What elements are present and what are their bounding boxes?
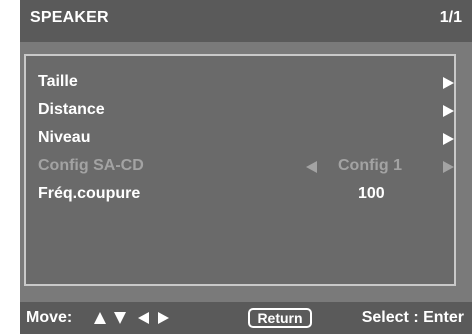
menu-item-label: Taille	[38, 73, 78, 90]
left-arrow-icon	[306, 161, 317, 173]
right-arrow-icon	[443, 161, 454, 173]
menu-item-label: Config SA-CD	[38, 157, 144, 174]
menu-item-niveau[interactable]: Niveau	[38, 126, 454, 150]
menu-item-label: Distance	[38, 101, 105, 118]
up-arrow-icon	[94, 312, 106, 324]
menu-item-label: Niveau	[38, 129, 91, 146]
select-hint: Select : Enter	[361, 309, 464, 326]
menu-item-taille[interactable]: Taille	[38, 70, 454, 94]
menu-footer: Move: Return Select : Enter	[20, 302, 472, 334]
speaker-menu-screen: SPEAKER 1/1 Taille Distance Niveau Confi…	[0, 0, 472, 334]
menu-title: SPEAKER	[30, 9, 109, 26]
left-arrow-icon	[138, 312, 149, 324]
menu-item-freq-coupure[interactable]: Fréq.coupure 100	[38, 182, 454, 206]
page-indicator: 1/1	[439, 9, 462, 26]
down-arrow-icon	[114, 312, 126, 324]
right-arrow-icon	[443, 77, 454, 89]
menu-item-value: Config 1	[338, 157, 402, 174]
right-arrow-icon	[158, 312, 169, 324]
menu-item-label: Fréq.coupure	[38, 185, 141, 202]
right-arrow-icon	[443, 105, 454, 117]
menu-item-value: 100	[358, 185, 385, 202]
move-label: Move:	[26, 309, 73, 326]
menu-header: SPEAKER 1/1	[20, 0, 472, 42]
return-button[interactable]: Return	[248, 308, 312, 328]
menu-panel: Taille Distance Niveau Config SA-CD Conf…	[24, 54, 456, 286]
move-arrows	[94, 308, 194, 328]
menu-item-config-sacd: Config SA-CD Config 1	[38, 154, 454, 178]
menu-body: Taille Distance Niveau Config SA-CD Conf…	[20, 42, 472, 302]
menu-item-distance[interactable]: Distance	[38, 98, 454, 122]
right-arrow-icon	[443, 133, 454, 145]
